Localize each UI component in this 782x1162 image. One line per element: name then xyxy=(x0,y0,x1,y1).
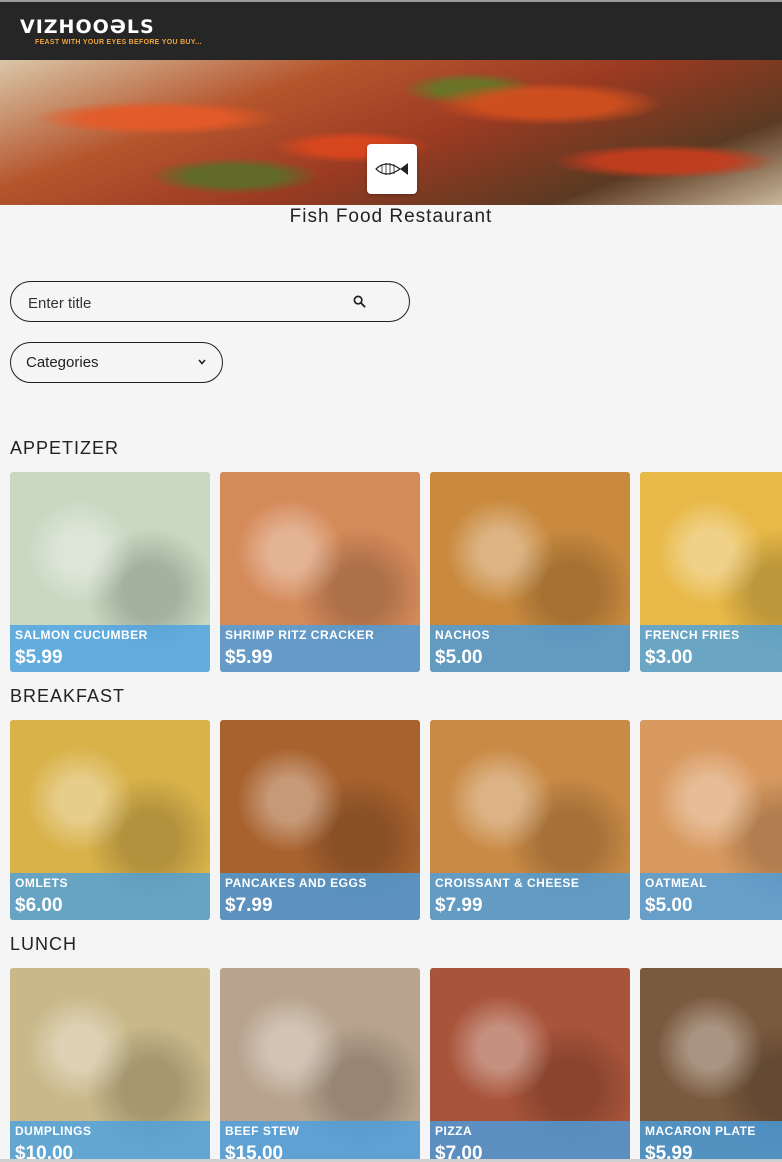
chevron-down-icon xyxy=(198,359,206,365)
menu-item-name: DUMPLINGS xyxy=(15,1124,92,1138)
section-title-appetizer: APPETIZER xyxy=(10,438,120,458)
menu-row-appetizer: SALMON CUCUMBER $5.99 SHRIMP RITZ CRACKE… xyxy=(10,472,782,672)
search-bar[interactable] xyxy=(10,281,410,322)
menu-item-price: $5.99 xyxy=(15,647,63,668)
menu-item-price: $7.99 xyxy=(435,895,483,916)
menu-item-price: $6.00 xyxy=(15,895,63,916)
menu-card[interactable]: FRENCH FRIES $3.00 xyxy=(640,472,782,672)
menu-item-name: SALMON CUCUMBER xyxy=(15,628,148,642)
menu-card[interactable]: SHRIMP RITZ CRACKER $5.99 xyxy=(220,472,420,672)
menu-card[interactable]: CROISSANT & CHEESE $7.99 xyxy=(430,720,630,920)
menu-item-name: OATMEAL xyxy=(645,876,707,890)
menu-item-name: PIZZA xyxy=(435,1124,473,1138)
menu-item-price: $15.00 xyxy=(225,1143,284,1159)
menu-card[interactable]: PANCAKES AND EGGS $7.99 xyxy=(220,720,420,920)
menu-item-price: $10.00 xyxy=(15,1143,74,1159)
brand-tagline: FEAST WITH YOUR EYES BEFORE YOU BUY... xyxy=(35,39,202,46)
menu-item-price: $5.99 xyxy=(645,1143,693,1159)
menu-item-name: OMLETS xyxy=(15,876,68,890)
menu-item-price: $5.99 xyxy=(225,647,273,668)
fish-logo-icon xyxy=(375,163,408,175)
categories-dropdown[interactable]: Categories xyxy=(10,342,223,383)
menu-card[interactable]: DUMPLINGS $10.00 xyxy=(10,968,210,1159)
search-input[interactable] xyxy=(26,291,330,315)
menu-item-price: $5.00 xyxy=(435,647,483,668)
section-title-lunch: LUNCH xyxy=(10,934,78,954)
menu-item-name: SHRIMP RITZ CRACKER xyxy=(225,628,375,642)
restaurant-logo xyxy=(367,144,417,194)
search-icon[interactable] xyxy=(353,295,366,308)
top-navigation-bar: VIZHOOƏLS FEAST WITH YOUR EYES BEFORE YO… xyxy=(0,0,782,60)
menu-item-name: PANCAKES AND EGGS xyxy=(225,876,367,890)
categories-label: Categories xyxy=(26,354,99,371)
menu-card[interactable]: OMLETS $6.00 xyxy=(10,720,210,920)
menu-item-name: MACARON PLATE xyxy=(645,1124,756,1138)
menu-item-name: FRENCH FRIES xyxy=(645,628,740,642)
menu-card[interactable]: SALMON CUCUMBER $5.99 xyxy=(10,472,210,672)
menu-item-price: $3.00 xyxy=(645,647,693,668)
section-title-breakfast: BREAKFAST xyxy=(10,686,126,706)
menu-row-breakfast: OMLETS $6.00 PANCAKES AND EGGS $7.99 CRO… xyxy=(10,720,782,920)
menu-item-price: $5.00 xyxy=(645,895,693,916)
menu-item-price: $7.00 xyxy=(435,1143,483,1159)
menu-card[interactable]: MACARON PLATE $5.99 xyxy=(640,968,782,1159)
brand-logo[interactable]: VIZHOOƏLS xyxy=(20,16,155,38)
menu-item-name: NACHOS xyxy=(435,628,491,642)
menu-item-price: $7.99 xyxy=(225,895,273,916)
menu-card[interactable]: BEEF STEW $15.00 xyxy=(220,968,420,1159)
menu-card[interactable]: OATMEAL $5.00 xyxy=(640,720,782,920)
menu-card[interactable]: NACHOS $5.00 xyxy=(430,472,630,672)
menu-row-lunch: DUMPLINGS $10.00 BEEF STEW $15.00 PIZZA … xyxy=(10,968,782,1159)
menu-item-name: CROISSANT & CHEESE xyxy=(435,876,580,890)
menu-item-name: BEEF STEW xyxy=(225,1124,300,1138)
menu-card[interactable]: PIZZA $7.00 xyxy=(430,968,630,1159)
restaurant-title: Fish Food Restaurant xyxy=(289,206,493,227)
